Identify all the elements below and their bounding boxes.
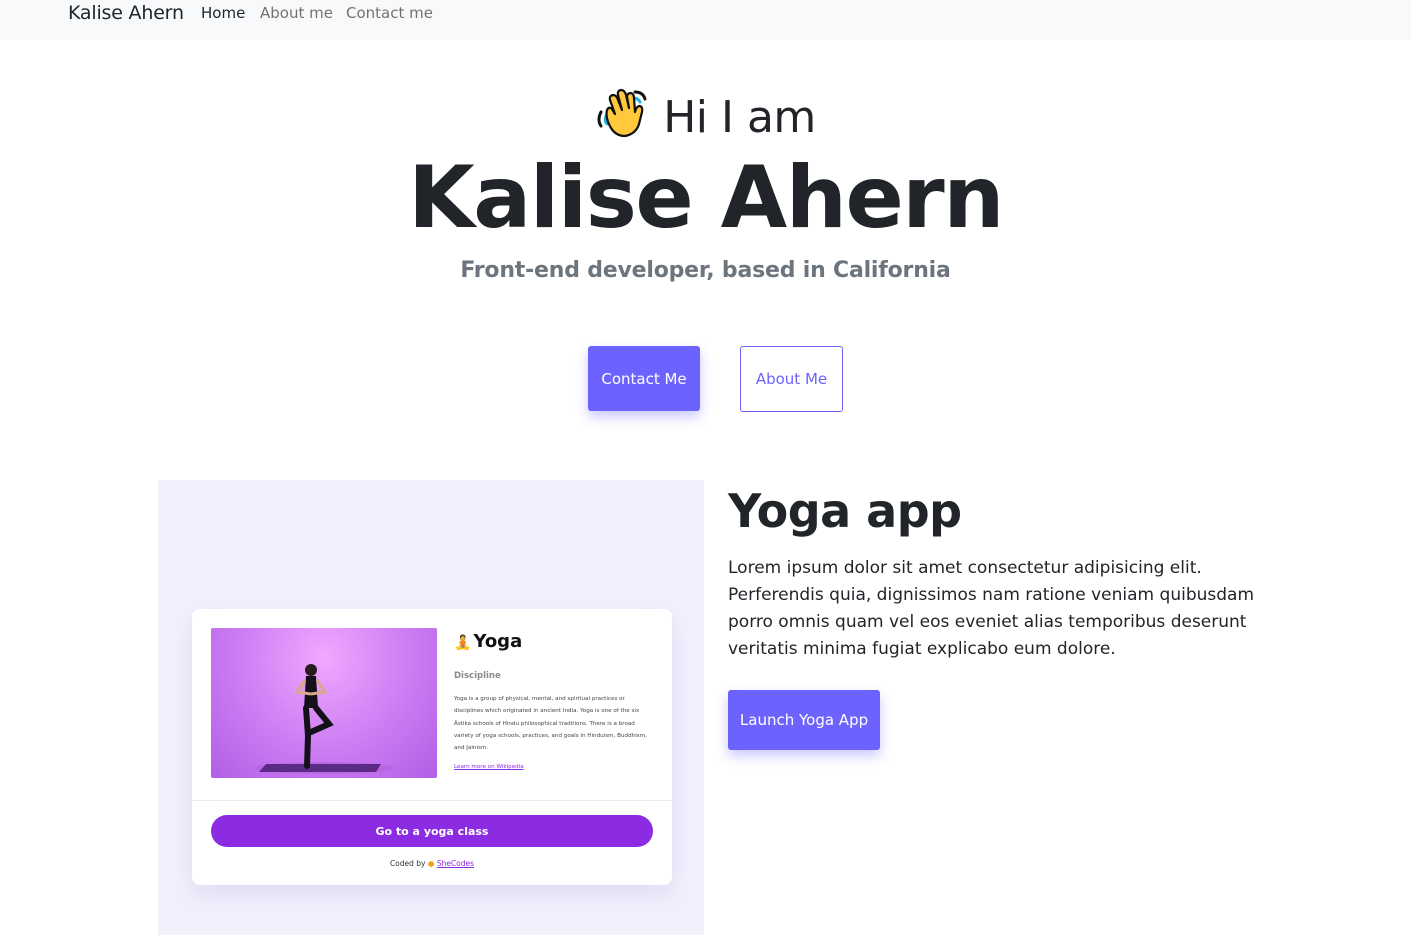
navbar: Kalise Ahern Home About me Contact me — [0, 0, 1411, 40]
hero-subtitle: Front-end developer, based in California — [460, 258, 951, 283]
yoga-card-description: Yoga is a group of physical, mental, and… — [454, 696, 647, 752]
hero-greeting: Hi I am — [0, 86, 1411, 149]
shecodes-link: SheCodes — [436, 859, 475, 868]
hero-name: Kalise Ahern — [408, 148, 1004, 248]
nav-link-home[interactable]: Home — [201, 4, 245, 22]
yoga-card-divider — [192, 800, 672, 801]
yoga-card-title: 🧘 Yoga — [454, 631, 522, 652]
shecodes-icon: ● — [427, 859, 435, 868]
launch-yoga-app-button[interactable]: Launch Yoga App — [728, 690, 880, 750]
navbar-brand[interactable]: Kalise Ahern — [68, 2, 184, 24]
yoga-class-button: Go to a yoga class — [211, 815, 653, 847]
yoga-coded-by: Coded by ● SheCodes — [192, 859, 672, 868]
contact-me-button[interactable]: Contact Me — [588, 346, 700, 411]
yoga-app-card: 🧘 Yoga Discipline Yoga is a group of phys… — [192, 609, 672, 885]
coded-by-text: Coded by — [389, 859, 426, 868]
yoga-card-title-text: Yoga — [473, 631, 523, 652]
yoga-wikipedia-link: Learn more on Wikipedia — [454, 764, 524, 770]
yoga-card-subtitle: Discipline — [454, 671, 501, 681]
lotus-icon: 🧘 — [454, 635, 472, 651]
about-me-button[interactable]: About Me — [740, 346, 843, 412]
nav-link-contact[interactable]: Contact me — [346, 4, 433, 22]
hero-greeting-text: Hi I am — [663, 92, 816, 143]
yoga-photo — [211, 628, 437, 778]
waving-hand-icon — [595, 86, 649, 149]
nav-link-about[interactable]: About me — [260, 4, 333, 22]
project-description: Lorem ipsum dolor sit amet consectetur a… — [728, 558, 1255, 659]
project-title: Yoga app — [728, 484, 962, 538]
project-preview-image: 🧘 Yoga Discipline Yoga is a group of phys… — [158, 480, 704, 935]
